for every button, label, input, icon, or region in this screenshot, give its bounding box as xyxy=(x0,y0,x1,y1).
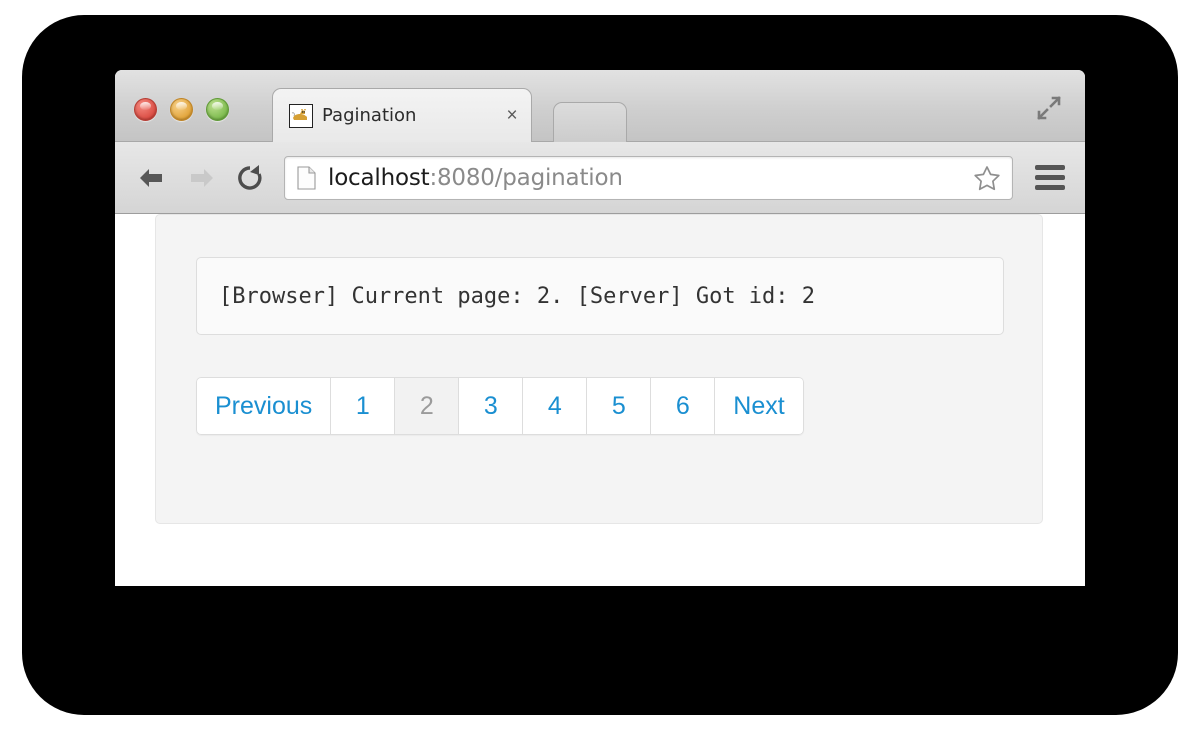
pagination: Previous 1 2 3 4 5 6 Next xyxy=(196,377,804,435)
pagination-page-5[interactable]: 5 xyxy=(587,377,652,435)
pagination-page-4[interactable]: 4 xyxy=(523,377,588,435)
address-bar[interactable]: localhost:8080/pagination xyxy=(284,155,1013,200)
window-controls xyxy=(134,98,229,121)
browser-toolbar: localhost:8080/pagination xyxy=(115,142,1085,214)
close-window-button[interactable] xyxy=(134,98,157,121)
menu-bar-1 xyxy=(1035,165,1065,170)
url-host: localhost xyxy=(328,164,430,191)
menu-bar-2 xyxy=(1035,175,1065,180)
pagination-previous[interactable]: Previous xyxy=(196,377,332,435)
zoom-window-button[interactable] xyxy=(206,98,229,121)
tomcat-favicon-icon xyxy=(289,103,313,128)
menu-bar-3 xyxy=(1035,185,1065,190)
tab-title: Pagination xyxy=(322,105,417,126)
browser-window: Pagination × localhost:8080/pagination [… xyxy=(115,70,1085,586)
status-message-box: [Browser] Current page: 2. [Server] Got … xyxy=(196,257,1004,335)
pagination-page-6[interactable]: 6 xyxy=(651,377,716,435)
bookmark-star-icon[interactable] xyxy=(972,163,1002,193)
hamburger-menu-icon[interactable] xyxy=(1031,157,1069,199)
tab-strip: Pagination × xyxy=(115,70,1085,142)
close-icon[interactable]: × xyxy=(503,105,521,126)
tab-pagination[interactable]: Pagination × xyxy=(272,88,532,142)
fullscreen-expand-icon[interactable] xyxy=(1035,94,1063,122)
status-message-text: [Browser] Current page: 2. [Server] Got … xyxy=(219,283,816,309)
url-text: localhost:8080/pagination xyxy=(328,165,972,191)
forward-arrow-icon xyxy=(180,157,222,199)
pagination-next[interactable]: Next xyxy=(715,377,804,435)
reload-icon[interactable] xyxy=(229,157,271,199)
content-panel: [Browser] Current page: 2. [Server] Got … xyxy=(155,214,1043,524)
minimize-window-button[interactable] xyxy=(170,98,193,121)
pagination-page-2[interactable]: 2 xyxy=(395,377,460,435)
pagination-page-3[interactable]: 3 xyxy=(459,377,524,435)
back-arrow-icon[interactable] xyxy=(131,157,173,199)
document-icon xyxy=(297,165,316,190)
url-path: :8080/pagination xyxy=(429,164,623,191)
new-tab-button[interactable] xyxy=(553,102,627,142)
page-viewport: [Browser] Current page: 2. [Server] Got … xyxy=(115,214,1085,586)
pagination-page-1[interactable]: 1 xyxy=(331,377,396,435)
